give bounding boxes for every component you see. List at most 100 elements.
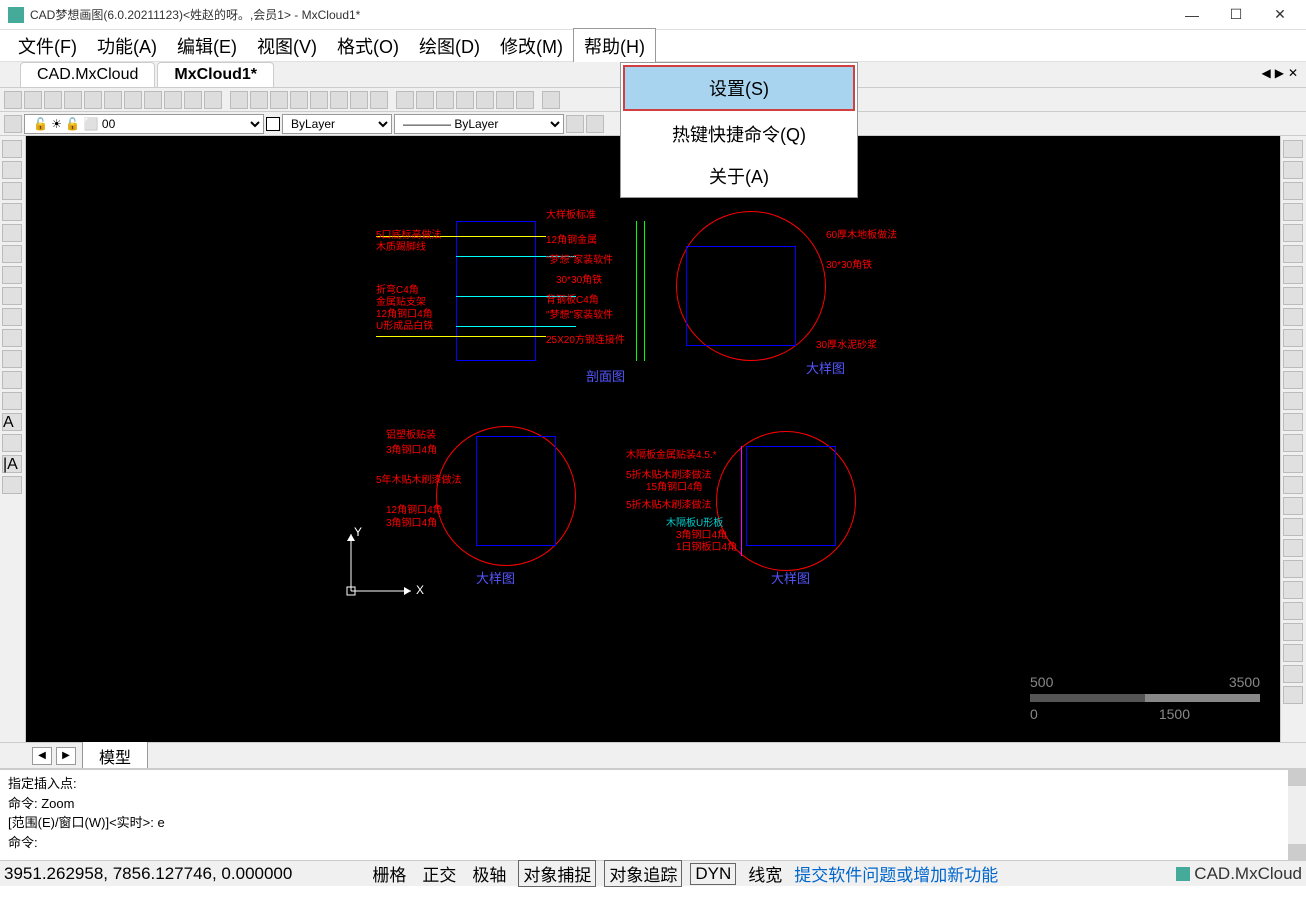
doc-tab-2[interactable]: MxCloud1* — [157, 62, 274, 87]
color-swatch[interactable] — [266, 117, 280, 131]
zoom-button[interactable] — [104, 91, 122, 109]
undo-button[interactable] — [496, 91, 514, 109]
tool-l[interactable] — [396, 91, 414, 109]
tool-q[interactable] — [542, 91, 560, 109]
command-line[interactable]: 指定插入点: 命令: Zoom [范围(E)/窗口(W)]<实时>: e 命令: — [0, 768, 1306, 860]
extend-tool[interactable] — [1283, 350, 1303, 368]
tool-h[interactable] — [310, 91, 328, 109]
table-tool[interactable] — [2, 434, 22, 452]
menu-draw[interactable]: 绘图(D) — [409, 29, 490, 63]
menu-file[interactable]: 文件(F) — [8, 29, 87, 63]
minimize-button[interactable]: — — [1182, 5, 1202, 25]
rotate-tool[interactable] — [1283, 266, 1303, 284]
layout-prev[interactable]: ◀ — [32, 747, 52, 765]
tool-i[interactable] — [330, 91, 348, 109]
open2-button[interactable] — [44, 91, 62, 109]
chamfer-tool[interactable] — [1283, 413, 1303, 431]
tool-k[interactable] — [370, 91, 388, 109]
text-tool[interactable]: A — [2, 413, 22, 431]
dim9-tool[interactable] — [1283, 623, 1303, 641]
dim1-tool[interactable] — [1283, 455, 1303, 473]
tool-g[interactable] — [290, 91, 308, 109]
maximize-button[interactable]: ☐ — [1226, 5, 1246, 25]
new-button[interactable] — [4, 91, 22, 109]
mirror-tool[interactable] — [1283, 182, 1303, 200]
tab-prev-icon[interactable]: ◀ — [1261, 66, 1270, 80]
hatch-tool[interactable] — [2, 350, 22, 368]
insert-tool[interactable] — [2, 392, 22, 410]
rect-tool[interactable] — [2, 224, 22, 242]
tool-p[interactable] — [476, 91, 494, 109]
menu-view[interactable]: 视图(V) — [247, 29, 327, 63]
tool-d[interactable] — [230, 91, 248, 109]
erase-tool[interactable] — [1283, 140, 1303, 158]
block-tool[interactable] — [2, 371, 22, 389]
drawing-canvas[interactable]: 5口底标高做法 木质踢脚线 折弯C4角 金属贴支架 12角钢口4角 U形成品白铁… — [26, 136, 1280, 742]
layer-select[interactable]: 🔓 ☀ 🔓 ⬜ 00 — [24, 114, 264, 134]
dim7-tool[interactable] — [1283, 581, 1303, 599]
polar-toggle[interactable]: 极轴 — [468, 861, 510, 886]
ray-tool[interactable] — [2, 161, 22, 179]
tab-close-icon[interactable]: ✕ — [1288, 66, 1298, 80]
offset-tool[interactable] — [1283, 203, 1303, 221]
circle-tool[interactable] — [2, 266, 22, 284]
saveas-button[interactable] — [84, 91, 102, 109]
lwt-toggle[interactable]: 线宽 — [744, 861, 786, 886]
model-tab[interactable]: 模型 — [82, 741, 148, 771]
cmd-scrollbar[interactable] — [1288, 770, 1306, 860]
otrack-toggle[interactable]: 对象追踪 — [604, 860, 682, 887]
dim6-tool[interactable] — [1283, 560, 1303, 578]
color-select[interactable]: ByLayer — [282, 114, 392, 134]
ortho-toggle[interactable]: 正交 — [418, 861, 460, 886]
layout-next[interactable]: ▶ — [56, 747, 76, 765]
pline-tool[interactable] — [2, 182, 22, 200]
dyn-toggle[interactable]: DYN — [690, 863, 736, 885]
open-button[interactable] — [24, 91, 42, 109]
match-button[interactable] — [586, 115, 604, 133]
move-tool[interactable] — [1283, 245, 1303, 263]
break-tool[interactable] — [1283, 371, 1303, 389]
close-button[interactable]: ✕ — [1270, 5, 1290, 25]
save-button[interactable] — [64, 91, 82, 109]
array-tool[interactable] — [1283, 224, 1303, 242]
redo-button[interactable] — [516, 91, 534, 109]
dropdown-about[interactable]: 关于(A) — [621, 155, 857, 197]
feedback-link[interactable]: 提交软件问题或增加新功能 — [794, 861, 998, 886]
tool-e[interactable] — [250, 91, 268, 109]
mtext-tool[interactable]: |A — [2, 455, 22, 473]
tool-o[interactable] — [456, 91, 474, 109]
tool-b[interactable] — [184, 91, 202, 109]
tool-a[interactable] — [164, 91, 182, 109]
explode-tool[interactable] — [1283, 434, 1303, 452]
line-tool[interactable] — [2, 140, 22, 158]
dim3-tool[interactable] — [1283, 497, 1303, 515]
dropdown-settings[interactable]: 设置(S) — [623, 65, 855, 111]
spline-tool[interactable] — [2, 287, 22, 305]
zoom2-button[interactable] — [124, 91, 142, 109]
point-tool[interactable] — [2, 329, 22, 347]
menu-format[interactable]: 格式(O) — [327, 29, 409, 63]
dim2-tool[interactable] — [1283, 476, 1303, 494]
tab-next-icon[interactable]: ▶ — [1275, 66, 1284, 80]
dim4-tool[interactable] — [1283, 518, 1303, 536]
copy-tool[interactable] — [1283, 161, 1303, 179]
tool-f[interactable] — [270, 91, 288, 109]
dim10-tool[interactable] — [1283, 644, 1303, 662]
menu-help[interactable]: 帮助(H) — [573, 28, 656, 64]
tool-c[interactable] — [204, 91, 222, 109]
pan-button[interactable] — [144, 91, 162, 109]
tool-n[interactable] — [436, 91, 454, 109]
dim11-tool[interactable] — [1283, 665, 1303, 683]
menu-modify[interactable]: 修改(M) — [490, 29, 573, 63]
doc-tab-1[interactable]: CAD.MxCloud — [20, 62, 155, 87]
dim8-tool[interactable] — [1283, 602, 1303, 620]
layer-manager-button[interactable] — [4, 115, 22, 133]
dim12-tool[interactable] — [1283, 686, 1303, 704]
fillet-tool[interactable] — [1283, 392, 1303, 410]
osnap-toggle[interactable]: 对象捕捉 — [518, 860, 596, 887]
stretch-tool[interactable] — [1283, 308, 1303, 326]
linetype-select[interactable]: ———— ByLayer — [394, 114, 564, 134]
grid-toggle[interactable]: 栅格 — [368, 861, 410, 886]
brush-button[interactable] — [566, 115, 584, 133]
tool-j[interactable] — [350, 91, 368, 109]
